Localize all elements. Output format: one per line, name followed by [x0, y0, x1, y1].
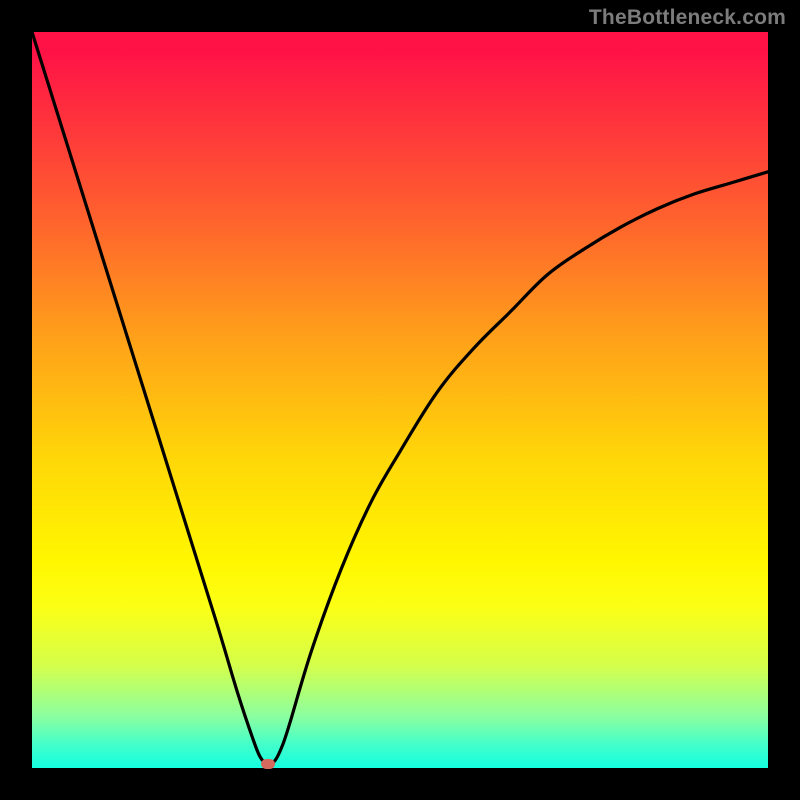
watermark-text: TheBottleneck.com [589, 6, 786, 30]
plot-area [32, 32, 768, 768]
chart-frame: TheBottleneck.com [0, 0, 800, 800]
bottleneck-curve [32, 32, 768, 768]
minimum-marker [261, 759, 275, 769]
